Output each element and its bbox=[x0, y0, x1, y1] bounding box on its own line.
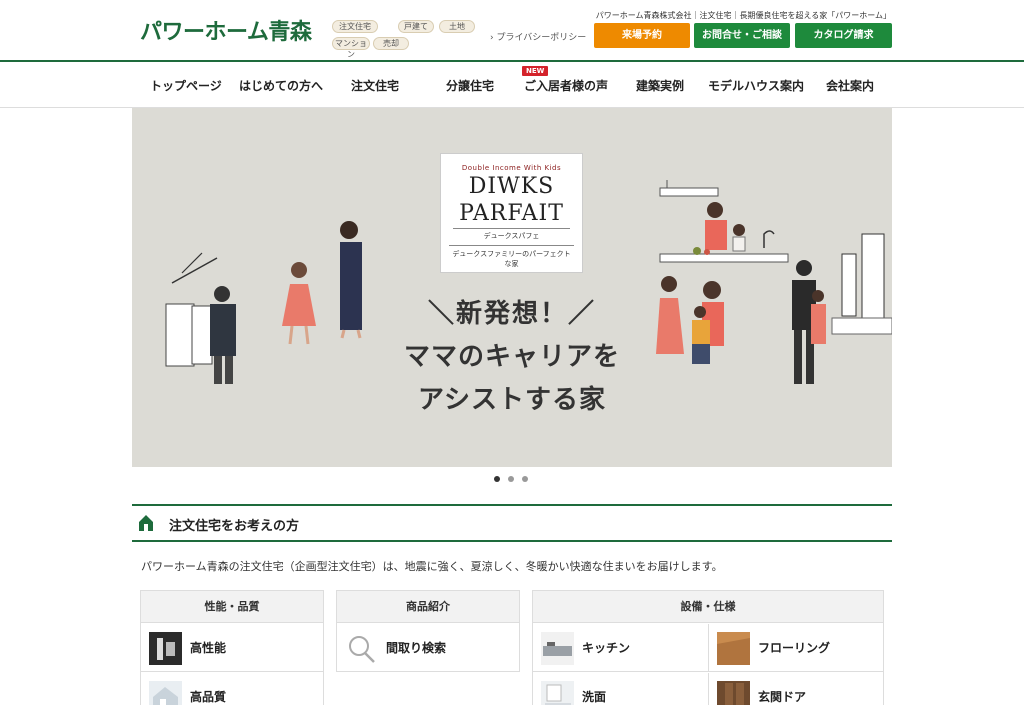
entrance-door-label: 玄関ドア bbox=[758, 690, 807, 704]
flooring-thumbnail bbox=[717, 632, 750, 665]
card-kana: デュークスパフェ bbox=[453, 228, 570, 241]
diwks-parfait-logo-card: Double Income With Kids DIWKS PARFAIT デュ… bbox=[440, 153, 583, 273]
high-quality-label: 高品質 bbox=[190, 690, 227, 704]
nav-top-page[interactable]: トップページ bbox=[150, 77, 222, 94]
kitchen-thumbnail bbox=[541, 632, 574, 665]
high-quality-thumbnail bbox=[149, 681, 182, 705]
card-subtitle: Double Income With Kids bbox=[461, 164, 562, 172]
visit-reservation-button[interactable]: 来場予約 bbox=[594, 23, 690, 48]
flooring-label: フローリング bbox=[758, 641, 831, 655]
link-high-quality[interactable]: 高品質 bbox=[141, 673, 323, 705]
link-flooring[interactable]: フローリング bbox=[709, 624, 883, 672]
panel-products: 商品紹介 間取り検索 bbox=[336, 590, 520, 672]
tag-custom-home[interactable]: 注文住宅 bbox=[332, 20, 378, 33]
new-badge: NEW bbox=[522, 66, 549, 76]
hero-banner[interactable]: Double Income With Kids DIWKS PARFAIT デュ… bbox=[132, 108, 892, 467]
tag-land[interactable]: 土地 bbox=[439, 20, 475, 33]
link-floor-plan-search[interactable]: 間取り検索 bbox=[337, 624, 519, 672]
nav-customer-voices[interactable]: ご入居者様の声 bbox=[524, 77, 608, 94]
panel-equipment: 設備・仕様 キッチン フローリング 洗面 玄関ドア bbox=[532, 590, 884, 705]
contact-button[interactable]: お問合せ・ご相談 bbox=[694, 23, 790, 48]
card-description: デュークスファミリーのパーフェクトな家 bbox=[449, 245, 574, 269]
link-entrance-door[interactable]: 玄関ドア bbox=[709, 673, 883, 705]
company-tagline: パワーホーム青森株式会社｜注文住宅｜長期優良住宅を超える家「パワーホーム」 bbox=[595, 11, 891, 20]
site-header: パワーホーム青森 注文住宅 戸建て 土地 マンション 売却 パワーホーム青森株式… bbox=[0, 0, 1024, 62]
panel-performance: 性能・品質 高性能 高品質 bbox=[140, 590, 324, 705]
privacy-policy-link[interactable]: › プライバシーポリシー bbox=[490, 30, 586, 43]
link-high-performance[interactable]: 高性能 bbox=[141, 624, 323, 672]
hero-copy-line3: アシストする家 bbox=[418, 385, 606, 415]
high-performance-label: 高性能 bbox=[190, 641, 227, 655]
tag-mansion[interactable]: マンション bbox=[332, 37, 370, 59]
section-intro: パワーホーム青森の注文住宅（企画型注文住宅）は、地震に強く、夏涼しく、冬暖かい快… bbox=[141, 560, 723, 573]
tag-sale[interactable]: 売却 bbox=[373, 37, 409, 50]
site-logo[interactable]: パワーホーム青森 bbox=[140, 14, 312, 46]
slider-dot-3[interactable] bbox=[522, 476, 528, 482]
nav-model-house[interactable]: モデルハウス案内 bbox=[708, 77, 804, 94]
house-icon bbox=[139, 515, 153, 531]
section-title: 注文住宅をお考えの方 bbox=[169, 519, 300, 534]
washroom-label: 洗面 bbox=[582, 690, 607, 704]
search-icon bbox=[349, 636, 375, 663]
nav-custom-home[interactable]: 注文住宅 bbox=[351, 77, 399, 94]
nav-ready-built[interactable]: 分譲住宅 bbox=[446, 77, 494, 94]
link-kitchen[interactable]: キッチン bbox=[533, 624, 709, 672]
nav-case-studies[interactable]: 建築実例 bbox=[636, 77, 684, 94]
card-title-line2: PARFAIT bbox=[459, 201, 564, 226]
floor-plan-search-label: 間取り検索 bbox=[386, 641, 447, 655]
nav-company[interactable]: 会社案内 bbox=[826, 77, 874, 94]
link-washroom[interactable]: 洗面 bbox=[533, 673, 709, 705]
hero-copy-line2: ママのキャリアを bbox=[403, 342, 620, 372]
panel-products-title: 商品紹介 bbox=[337, 591, 519, 623]
global-nav: トップページ はじめての方へ 注文住宅 分譲住宅 NEW ご入居者様の声 建築実… bbox=[0, 62, 1024, 108]
kitchen-label: キッチン bbox=[582, 641, 631, 655]
tag-detached[interactable]: 戸建て bbox=[398, 20, 434, 33]
nav-first-time[interactable]: はじめての方へ bbox=[239, 77, 323, 94]
high-performance-thumbnail bbox=[149, 632, 182, 665]
section-header: 注文住宅をお考えの方 bbox=[132, 504, 892, 542]
slider-dot-1[interactable] bbox=[494, 476, 500, 482]
panel-equipment-title: 設備・仕様 bbox=[533, 591, 883, 623]
hero-copy-line1: ＼新発想！／ bbox=[427, 299, 596, 329]
washroom-thumbnail bbox=[541, 681, 574, 705]
catalog-request-button[interactable]: カタログ請求 bbox=[795, 23, 892, 48]
slider-dot-2[interactable] bbox=[508, 476, 514, 482]
entrance-door-thumbnail bbox=[717, 681, 750, 705]
panel-performance-title: 性能・品質 bbox=[141, 591, 323, 623]
hero-copy: ＼新発想！／ ママのキャリアを アシストする家 bbox=[372, 293, 652, 416]
card-title-line1: DIWKS bbox=[468, 174, 555, 199]
